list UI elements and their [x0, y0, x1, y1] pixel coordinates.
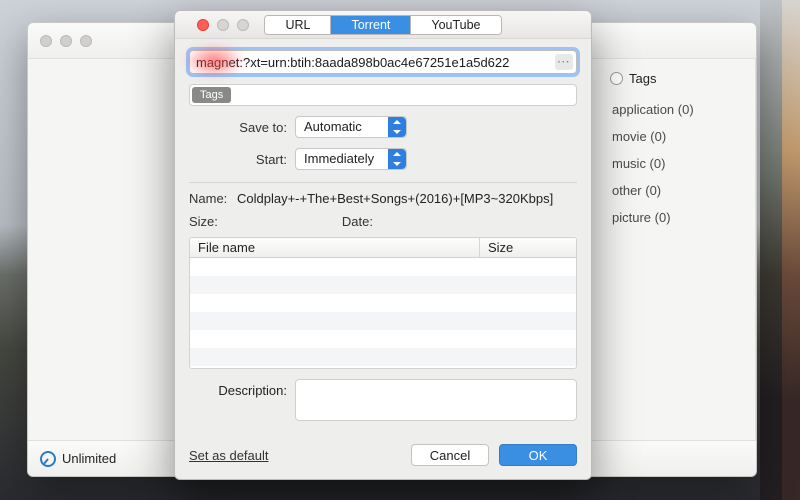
dialog-titlebar: URL Torrent YouTube	[175, 11, 591, 39]
size-label: Size:	[189, 214, 218, 229]
save-to-value: Automatic	[304, 119, 362, 134]
stepper-icon	[388, 149, 406, 169]
start-value: Immediately	[304, 151, 374, 166]
add-download-dialog: URL Torrent YouTube ··· Tags Save to: Au…	[174, 10, 592, 480]
zoom-icon	[237, 19, 249, 31]
magnet-url-input[interactable]	[189, 50, 577, 74]
tag-item-other[interactable]: other (0)	[610, 177, 741, 204]
tag-item-music[interactable]: music (0)	[610, 150, 741, 177]
files-table: File name Size	[189, 237, 577, 369]
table-row	[190, 258, 576, 276]
save-to-select[interactable]: Automatic	[295, 116, 407, 138]
url-more-button[interactable]: ···	[555, 54, 573, 70]
ok-button[interactable]: OK	[499, 444, 577, 466]
tab-youtube[interactable]: YouTube	[411, 16, 500, 34]
close-icon[interactable]	[40, 35, 52, 47]
tab-url[interactable]: URL	[265, 16, 331, 34]
set-default-link[interactable]: Set as default	[189, 448, 269, 463]
stepper-icon	[388, 117, 406, 137]
name-value: Coldplay+-+The+Best+Songs+(2016)+[MP3~32…	[237, 191, 553, 206]
speed-label[interactable]: Unlimited	[62, 451, 116, 466]
close-icon[interactable]	[197, 19, 209, 31]
cancel-button[interactable]: Cancel	[411, 444, 489, 466]
speed-gauge-icon[interactable]	[40, 451, 56, 467]
table-row	[190, 348, 576, 366]
zoom-icon[interactable]	[80, 35, 92, 47]
tags-heading-label: Tags	[629, 71, 656, 86]
save-to-label: Save to:	[189, 120, 295, 135]
tags-badge[interactable]: Tags	[192, 87, 231, 103]
description-input[interactable]	[295, 379, 577, 421]
date-label: Date:	[342, 214, 373, 229]
tab-torrent[interactable]: Torrent	[331, 16, 411, 34]
minimize-icon	[217, 19, 229, 31]
description-label: Description:	[189, 379, 295, 421]
table-row	[190, 312, 576, 330]
start-label: Start:	[189, 152, 295, 167]
table-row	[190, 294, 576, 312]
main-window-controls	[40, 35, 92, 47]
col-filename[interactable]: File name	[190, 238, 480, 257]
name-label: Name:	[189, 191, 237, 206]
tags-sidebar: Tags application (0) movie (0) music (0)…	[596, 59, 756, 440]
highlight-glow	[183, 44, 245, 78]
files-table-body	[190, 258, 576, 366]
start-select[interactable]: Immediately	[295, 148, 407, 170]
source-tabs: URL Torrent YouTube	[264, 15, 501, 35]
tags-input[interactable]	[189, 84, 577, 106]
radio-icon	[610, 72, 623, 85]
tag-item-application[interactable]: application (0)	[610, 96, 741, 123]
col-size[interactable]: Size	[480, 238, 576, 257]
tag-item-movie[interactable]: movie (0)	[610, 123, 741, 150]
table-row	[190, 276, 576, 294]
tags-heading[interactable]: Tags	[610, 71, 741, 86]
table-row	[190, 330, 576, 348]
tag-item-picture[interactable]: picture (0)	[610, 204, 741, 231]
divider	[189, 182, 577, 183]
minimize-icon[interactable]	[60, 35, 72, 47]
